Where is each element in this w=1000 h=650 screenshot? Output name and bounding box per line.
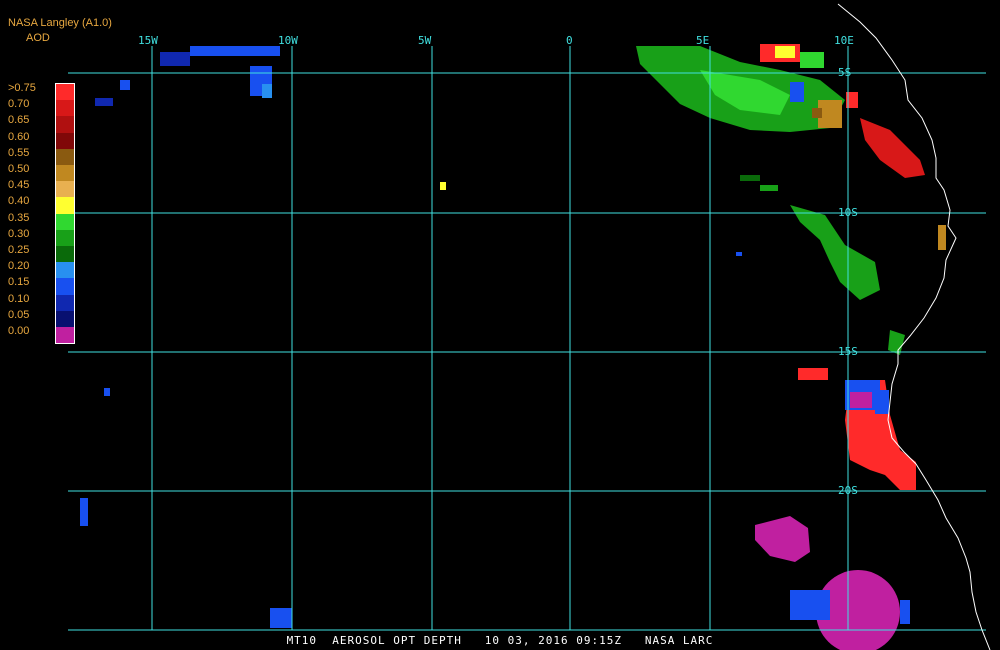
- aod-map-viewer: 15W 10W 5W 0 5E 10E 5S 10S 15S 20S NASA Langley (…: [0, 0, 1000, 650]
- product-label: AOD: [26, 32, 50, 44]
- latitude-label: 20S: [838, 484, 858, 497]
- legend-label: 0.20: [8, 260, 30, 273]
- legend-label: 0.60: [8, 130, 30, 143]
- longitude-label: 10E: [834, 34, 854, 47]
- longitude-label: 5E: [696, 34, 709, 47]
- graticule: [68, 46, 986, 631]
- latitude-label: 15S: [838, 345, 858, 358]
- longitude-label: 15W: [138, 34, 158, 47]
- legend-frame: [55, 83, 75, 345]
- aod-map-canvas[interactable]: 15W 10W 5W 0 5E 10E 5S 10S 15S 20S: [0, 0, 1000, 650]
- legend-label: 0.45: [8, 179, 30, 192]
- longitude-label: 5W: [418, 34, 432, 47]
- coastline: [837, 3, 991, 650]
- latitude-label: 10S: [838, 206, 858, 219]
- legend-label: 0.10: [8, 292, 30, 305]
- aod-data-layer: [80, 44, 946, 650]
- legend-label: 0.30: [8, 227, 30, 240]
- source-label: NASA Langley (A1.0): [8, 17, 112, 29]
- longitude-label: 0: [566, 34, 573, 47]
- legend-label: 0.15: [8, 276, 30, 289]
- legend-label: 0.50: [8, 163, 30, 175]
- legend-label: 0.65: [8, 114, 30, 127]
- legend-label: 0.70: [8, 98, 30, 111]
- latitude-label: 5S: [838, 66, 851, 79]
- longitude-label: 10W: [278, 34, 298, 47]
- legend-label: 0.00: [8, 325, 30, 337]
- legend-label: 0.05: [8, 308, 30, 321]
- legend-label: 0.40: [8, 195, 30, 208]
- footer-caption: MT10 AEROSOL OPT DEPTH 10 03, 2016 09:15…: [286, 634, 714, 647]
- legend-label: 0.35: [8, 211, 30, 224]
- legend-label: >0.75: [8, 82, 36, 94]
- legend-label: 0.25: [8, 244, 30, 256]
- legend-label: 0.55: [8, 146, 30, 159]
